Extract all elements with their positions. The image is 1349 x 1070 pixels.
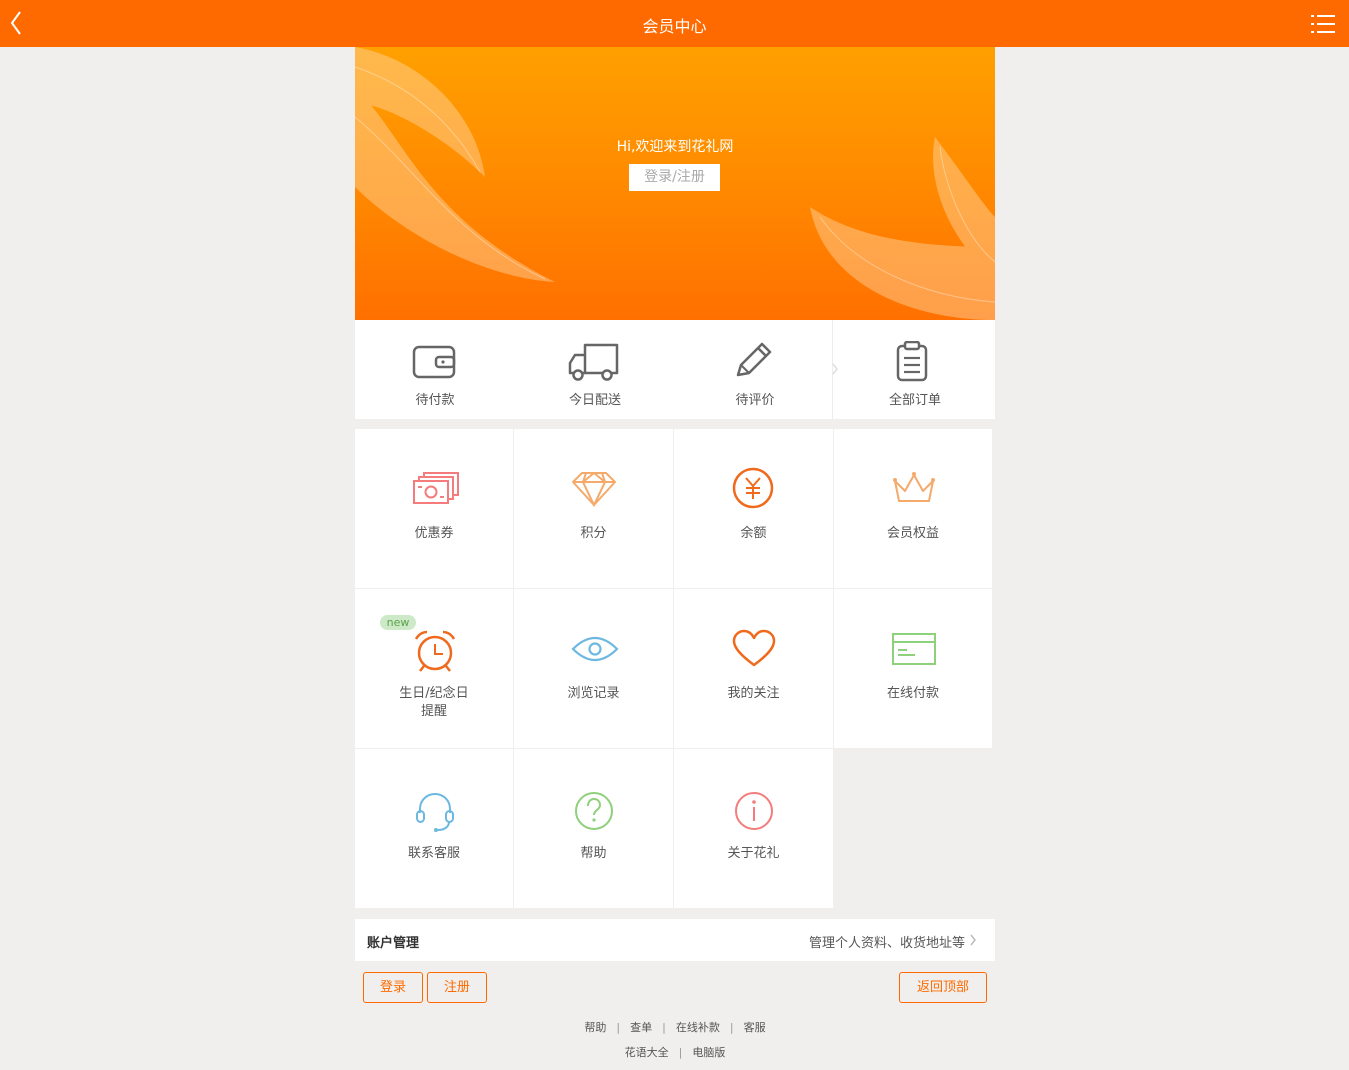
grid-item-label: 关于花礼: [727, 846, 780, 861]
welcome-text: Hi,欢迎来到花礼网: [616, 139, 734, 155]
order-status-bar: 待付款 今日配送 待评价 全部订单: [355, 320, 995, 419]
footer-link-service[interactable]: 客服: [744, 1021, 766, 1034]
footer-separator: |: [729, 1021, 734, 1034]
main-content: Hi,欢迎来到花礼网 登录/注册 待付款 今日配送 待评价 全部订单 优惠券 积…: [355, 47, 995, 961]
grid-item-label: 优惠券: [414, 526, 454, 541]
feature-grid: 优惠券 积分 余额 会员权益 new 生日/纪念日 提醒 浏览记录 我的关注 在…: [355, 429, 995, 909]
wallet-icon: [412, 345, 456, 379]
grid-item-help[interactable]: 帮助: [514, 749, 673, 908]
account-management-row[interactable]: 账户管理 管理个人资料、收货地址等: [355, 919, 995, 961]
grid-item-member-benefits[interactable]: 会员权益: [834, 429, 992, 588]
account-title: 账户管理: [367, 936, 420, 951]
grid-item-balance[interactable]: 余额: [674, 429, 833, 588]
grid-item-points[interactable]: 积分: [514, 429, 673, 588]
yen-coin-icon: [732, 467, 774, 509]
grid-item-label: 联系客服: [407, 846, 460, 861]
grid-item-online-payment[interactable]: 在线付款: [834, 589, 992, 748]
grid-item-label: 生日/纪念日 提醒: [355, 685, 513, 721]
order-label: 全部订单: [888, 393, 941, 408]
grid-item-label-line1: 生日/纪念日: [399, 686, 469, 701]
back-to-top-button[interactable]: 返回顶部: [899, 972, 987, 1003]
login-button[interactable]: 登录: [363, 972, 423, 1003]
page-title: 会员中心: [642, 17, 707, 36]
welcome-banner: Hi,欢迎来到花礼网 登录/注册: [355, 47, 995, 320]
footer-links-row2: 花语大全 | 电脑版: [355, 1044, 995, 1060]
footer-link-flower-language[interactable]: 花语大全: [625, 1046, 669, 1059]
account-description: 管理个人资料、收货地址等: [808, 936, 965, 951]
grid-item-label: 在线付款: [886, 686, 939, 701]
grid-item-browse-history[interactable]: 浏览记录: [514, 589, 673, 748]
footer-links-row1: 帮助 | 查单 | 在线补款 | 客服: [355, 1019, 995, 1035]
chevron-right-icon: [970, 934, 976, 946]
grid-item-label: 浏览记录: [567, 686, 620, 701]
list-menu-icon: [1311, 15, 1335, 33]
pencil-icon: [736, 342, 772, 377]
grid-item-label: 余额: [740, 526, 767, 541]
grid-item-label: 帮助: [580, 846, 607, 861]
eye-icon: [571, 636, 619, 662]
footer-separator: |: [678, 1046, 683, 1059]
grid-item-label: 会员权益: [886, 526, 939, 541]
grid-item-my-favorites[interactable]: 我的关注: [674, 589, 833, 748]
grid-item-label: 积分: [580, 526, 607, 541]
heart-icon: [732, 629, 776, 667]
login-register-button[interactable]: 登录/注册: [629, 164, 720, 191]
footer-separator: |: [662, 1021, 666, 1034]
order-pending-payment[interactable]: 待付款: [355, 320, 515, 419]
grid-item-customer-service[interactable]: 联系客服: [355, 749, 513, 908]
footer-link-order-lookup[interactable]: 查单: [630, 1021, 652, 1034]
grid-item-label-line2: 提醒: [420, 704, 447, 719]
footer-link-help[interactable]: 帮助: [584, 1021, 606, 1034]
order-today-delivery[interactable]: 今日配送: [515, 320, 675, 419]
coupon-icon: [413, 472, 459, 504]
footer-link-desktop-version[interactable]: 电脑版: [692, 1046, 725, 1059]
headset-icon: [416, 792, 454, 832]
diamond-icon: [572, 471, 616, 508]
order-label: 待付款: [415, 393, 455, 408]
grid-item-coupons[interactable]: 优惠券: [355, 429, 513, 588]
menu-button[interactable]: [1311, 12, 1337, 36]
grid-item-birthday-reminder[interactable]: new 生日/纪念日 提醒: [355, 589, 513, 748]
order-to-review[interactable]: 待评价: [675, 320, 835, 419]
question-icon: [575, 792, 613, 830]
clipboard-icon: [896, 341, 928, 382]
order-label: 今日配送: [568, 393, 621, 408]
info-icon: [735, 792, 773, 830]
order-label: 待评价: [735, 393, 775, 408]
order-all[interactable]: 全部订单: [835, 320, 995, 419]
truck-icon: [568, 343, 619, 381]
footer-link-online-repay[interactable]: 在线补款: [676, 1021, 720, 1034]
alarm-clock-icon: [414, 630, 456, 672]
top-bar: 会员中心: [0, 0, 1349, 47]
grid-item-label: 我的关注: [727, 686, 780, 701]
new-badge: new: [380, 615, 416, 630]
grid-item-about[interactable]: 关于花礼: [674, 749, 833, 908]
crown-icon: [893, 472, 935, 502]
card-icon: [892, 633, 936, 665]
register-button[interactable]: 注册: [427, 972, 487, 1003]
footer-separator: |: [616, 1021, 621, 1034]
